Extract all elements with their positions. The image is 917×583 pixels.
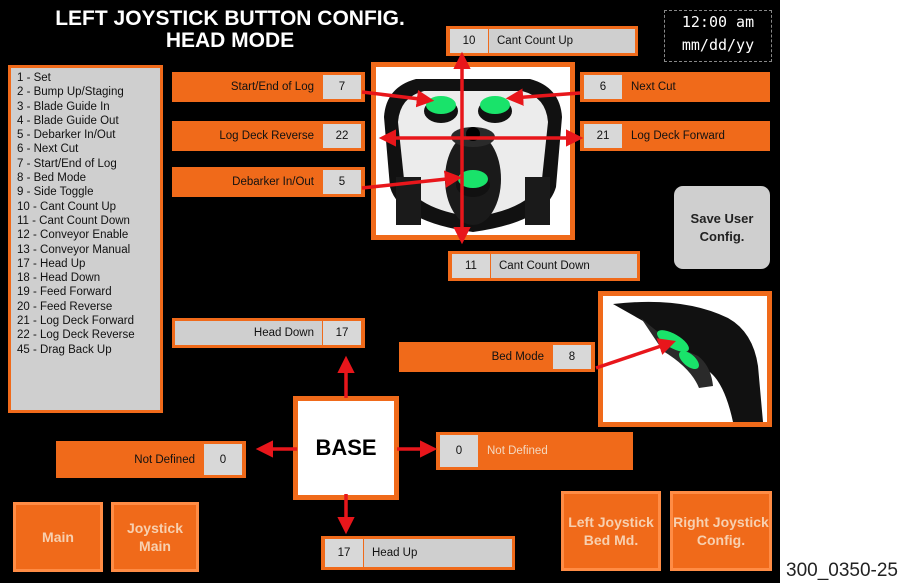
figure-caption: 300_0350-25	[786, 560, 898, 581]
hmi-screen: LEFT JOYSTICK BUTTON CONFIG. HEAD MODE 1…	[0, 0, 780, 583]
mapping-arrows	[255, 51, 676, 535]
